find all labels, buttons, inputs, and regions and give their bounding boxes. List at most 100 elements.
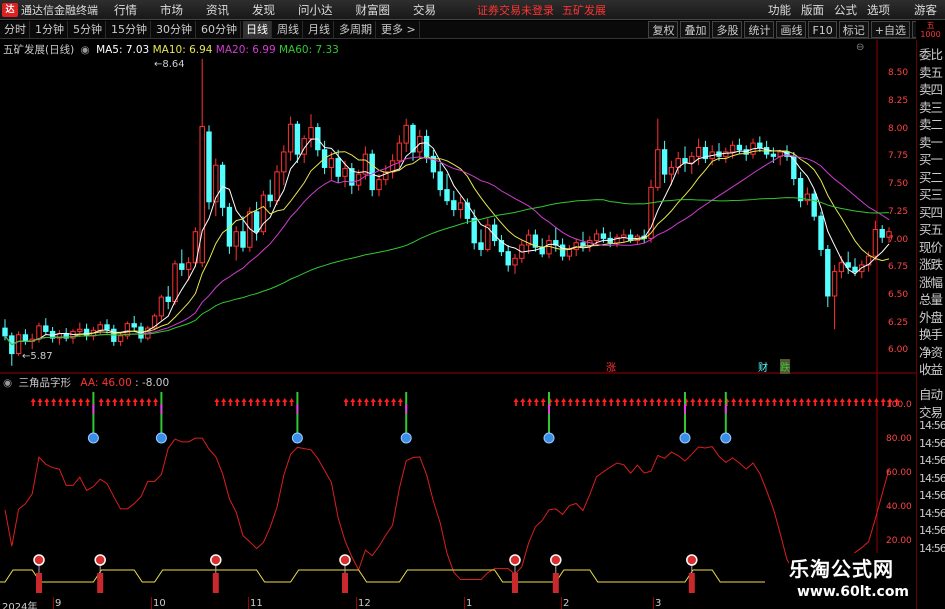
trade-field[interactable]: 14:56 xyxy=(919,419,945,432)
candle-body xyxy=(165,296,171,303)
guest-label[interactable]: 游客 xyxy=(914,2,937,18)
tool-stats[interactable]: 统计 xyxy=(744,21,775,38)
moving-average-lines xyxy=(4,138,890,346)
quote-field[interactable]: 委比 xyxy=(919,44,945,63)
candle-body xyxy=(757,142,763,149)
quote-field[interactable]: 卖五 xyxy=(919,62,945,81)
menu-options[interactable]: 选项 xyxy=(867,2,890,18)
trade-field[interactable]: 14:56 xyxy=(919,524,945,537)
quote-field[interactable]: 净资 xyxy=(919,342,945,361)
candle-body xyxy=(627,234,634,242)
chart-canvas[interactable] xyxy=(0,40,916,609)
period-monthly[interactable]: 月线 xyxy=(305,21,334,38)
tool-adjust[interactable]: 复权 xyxy=(648,21,679,38)
zoom-icon[interactable]: ⊖ xyxy=(856,42,872,54)
candle-body xyxy=(15,334,22,355)
tool-overlay[interactable]: 叠加 xyxy=(680,21,711,38)
menu-trade[interactable]: 交易 xyxy=(413,2,436,18)
date-tick-mark xyxy=(151,597,152,609)
signal-arrow xyxy=(799,398,805,406)
period-weekly[interactable]: 周线 xyxy=(274,21,303,38)
menu-news[interactable]: 资讯 xyxy=(206,2,229,18)
date-tick-mark xyxy=(356,597,357,609)
tool-draw[interactable]: 画线 xyxy=(776,21,807,38)
trade-field[interactable]: 14:56 xyxy=(919,489,945,502)
candle-body xyxy=(342,168,348,177)
event-up-marker[interactable]: 涨 xyxy=(606,359,616,374)
signal-arrow xyxy=(615,398,621,406)
period-daily[interactable]: 日线 xyxy=(243,21,272,38)
quote-field[interactable]: 卖三 xyxy=(919,97,945,116)
indicator-tick-label: 80.00 xyxy=(886,434,912,444)
event-down-marker[interactable]: 跌 xyxy=(780,359,790,374)
tool-add-watch[interactable]: +自选 xyxy=(870,21,910,38)
trade-field[interactable]: 自动 xyxy=(919,384,945,403)
trade-field[interactable]: 14:56 xyxy=(919,472,945,485)
tool-multistock[interactable]: 多股 xyxy=(712,21,743,38)
oscillator-panel xyxy=(0,392,900,593)
quote-field[interactable]: 涨幅 xyxy=(919,272,945,291)
period-1min[interactable]: 1分钟 xyxy=(32,21,68,38)
quote-field[interactable]: 外盘 xyxy=(919,307,945,326)
quote-field[interactable]: 涨跌 xyxy=(919,254,945,273)
tool-mark[interactable]: 标记 xyxy=(838,21,869,38)
menu-wealth[interactable]: 财富圈 xyxy=(356,2,391,18)
ma60-line xyxy=(4,197,890,346)
quote-field[interactable]: 卖二 xyxy=(919,114,945,133)
signal-arrow xyxy=(268,398,274,406)
quote-field[interactable]: 买一 xyxy=(919,149,945,168)
quote-field[interactable]: 卖一 xyxy=(919,132,945,151)
period-15min[interactable]: 15分钟 xyxy=(108,21,151,38)
event-finance-marker[interactable]: 财 xyxy=(758,359,768,374)
menu-quotes[interactable]: 行情 xyxy=(114,2,137,18)
tool-f10[interactable]: F10 xyxy=(808,21,837,38)
period-30min[interactable]: 30分钟 xyxy=(153,21,196,38)
quote-field[interactable]: 现价 xyxy=(919,237,945,256)
peak-signal-ball xyxy=(291,432,303,444)
bottom-pin-bar xyxy=(512,573,518,593)
menu-layout[interactable]: 版面 xyxy=(801,2,824,18)
trade-field[interactable]: 14:56 xyxy=(919,454,945,467)
bottom-pin-ball xyxy=(686,554,698,566)
period-timeshare[interactable]: 分时 xyxy=(1,21,30,38)
signal-arrow xyxy=(805,398,811,406)
trade-field[interactable]: 14:56 xyxy=(919,542,945,555)
candle-body xyxy=(104,324,110,330)
menu-ask[interactable]: 问小达 xyxy=(298,2,333,18)
period-60min[interactable]: 60分钟 xyxy=(198,21,241,38)
login-warning[interactable]: 证券交易未登录 xyxy=(477,2,554,18)
period-multi[interactable]: 多周期 xyxy=(336,21,376,38)
signal-arrow xyxy=(227,398,233,406)
trade-field[interactable]: 交易 xyxy=(919,402,945,421)
period-more[interactable]: 更多 > xyxy=(378,21,420,38)
menu-function[interactable]: 功能 xyxy=(768,2,791,18)
chart-title[interactable]: 五矿发展(日线) xyxy=(3,44,74,56)
menu-formula[interactable]: 公式 xyxy=(834,2,857,18)
period-5min[interactable]: 5分钟 xyxy=(70,21,106,38)
menu-discover[interactable]: 发现 xyxy=(252,2,275,18)
quote-field[interactable]: 收益 xyxy=(919,359,945,378)
date-tick-mark xyxy=(464,597,465,609)
signal-arrow xyxy=(520,398,526,406)
indicator-settings-icon[interactable]: ◉ xyxy=(3,377,12,389)
signal-arrow xyxy=(751,398,757,406)
trade-field[interactable]: 14:56 xyxy=(919,437,945,450)
date-tick-label: 11 xyxy=(250,598,263,609)
candle-body xyxy=(729,144,736,153)
bottom-pin-ball xyxy=(339,554,351,566)
quote-field[interactable]: 买三 xyxy=(919,184,945,203)
quote-field[interactable]: 买五 xyxy=(919,219,945,238)
quote-field[interactable]: 总量 xyxy=(919,289,945,308)
quote-field[interactable]: 买二 xyxy=(919,167,945,186)
quote-field[interactable]: 卖四 xyxy=(919,79,945,98)
settings-icon[interactable]: ◉ xyxy=(81,44,90,56)
trade-field[interactable]: 14:56 xyxy=(919,507,945,520)
menu-market[interactable]: 市场 xyxy=(160,2,183,18)
signal-arrow xyxy=(588,398,594,406)
signal-arrow xyxy=(785,398,791,406)
indicator-name[interactable]: 三角品字形 xyxy=(19,377,72,389)
date-tick-label: 9 xyxy=(55,598,62,609)
quote-field[interactable]: 换手 xyxy=(919,324,945,343)
signal-arrow xyxy=(125,398,131,406)
quote-field[interactable]: 买四 xyxy=(919,202,945,221)
